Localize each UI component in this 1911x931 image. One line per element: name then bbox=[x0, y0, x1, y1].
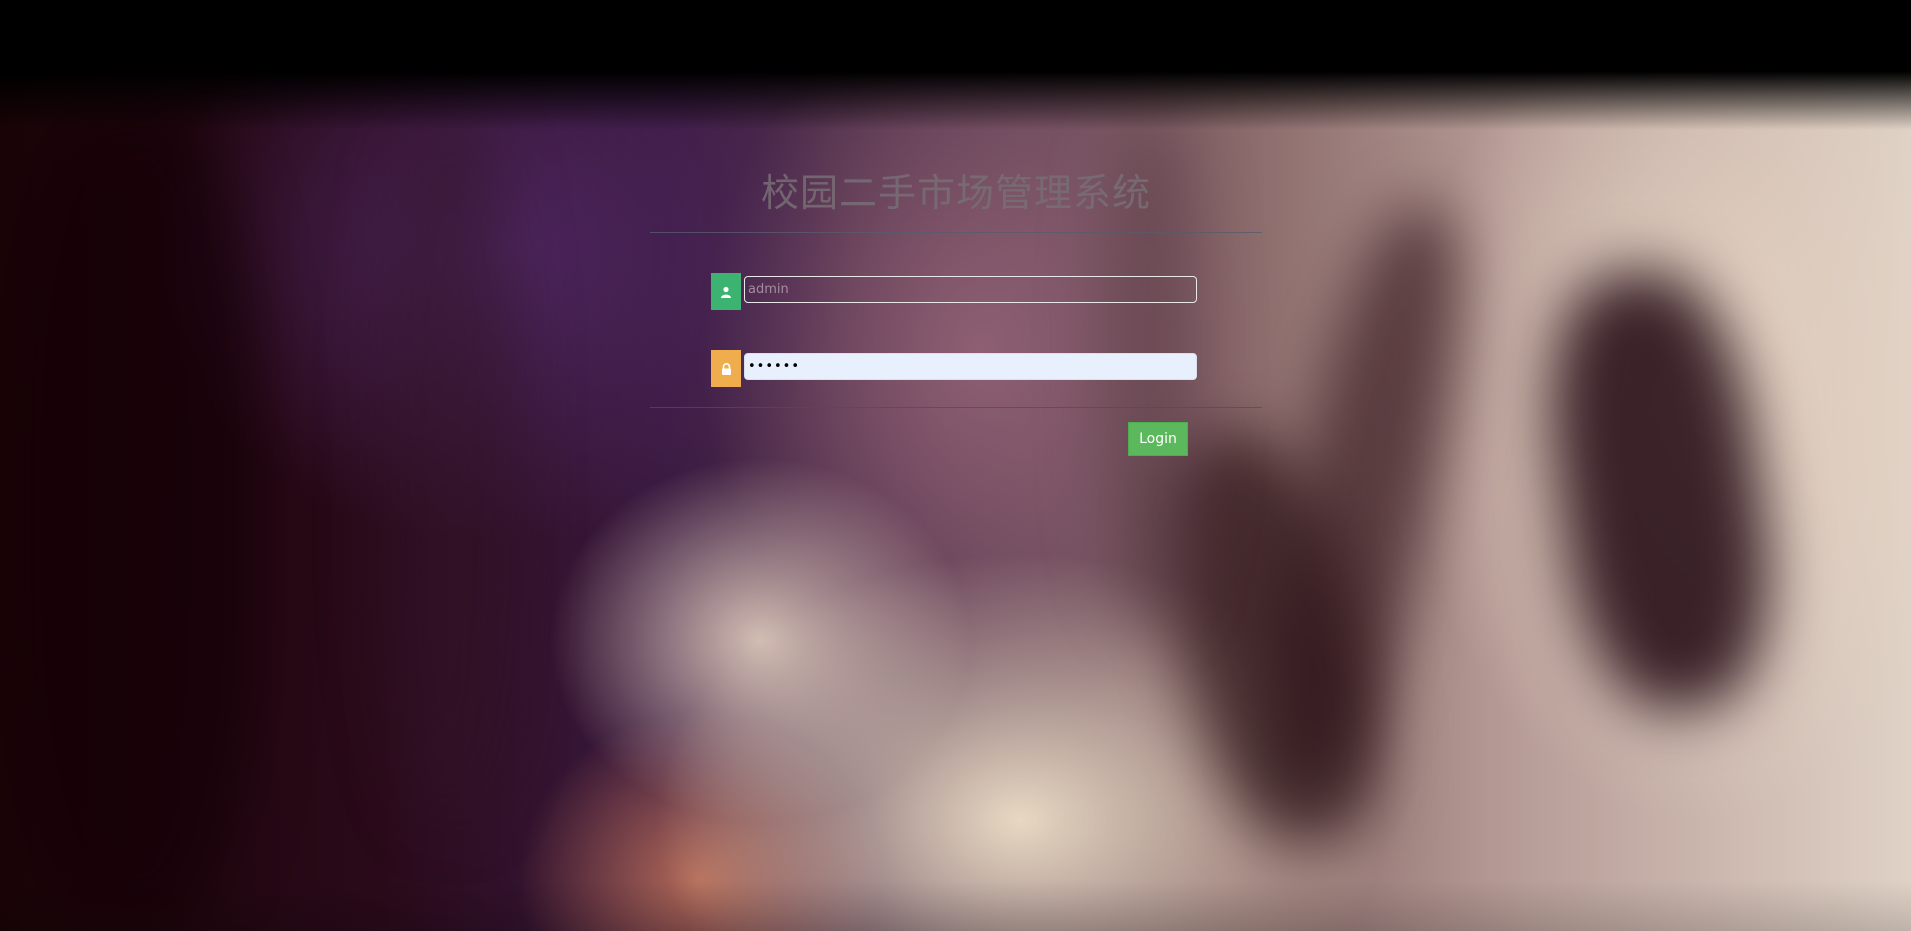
login-button[interactable]: Login bbox=[1128, 422, 1188, 456]
password-row bbox=[711, 350, 1203, 387]
lock-icon bbox=[711, 350, 741, 387]
background-image bbox=[0, 0, 1911, 931]
title-divider bbox=[650, 232, 1262, 233]
password-input[interactable] bbox=[744, 353, 1197, 380]
page-title: 校园二手市场管理系统 bbox=[760, 171, 1151, 215]
login-panel: 校园二手市场管理系统 Login bbox=[650, 150, 1262, 456]
username-row bbox=[711, 273, 1203, 310]
user-icon bbox=[711, 273, 741, 310]
username-input[interactable] bbox=[744, 276, 1197, 303]
form-divider bbox=[650, 407, 1262, 408]
